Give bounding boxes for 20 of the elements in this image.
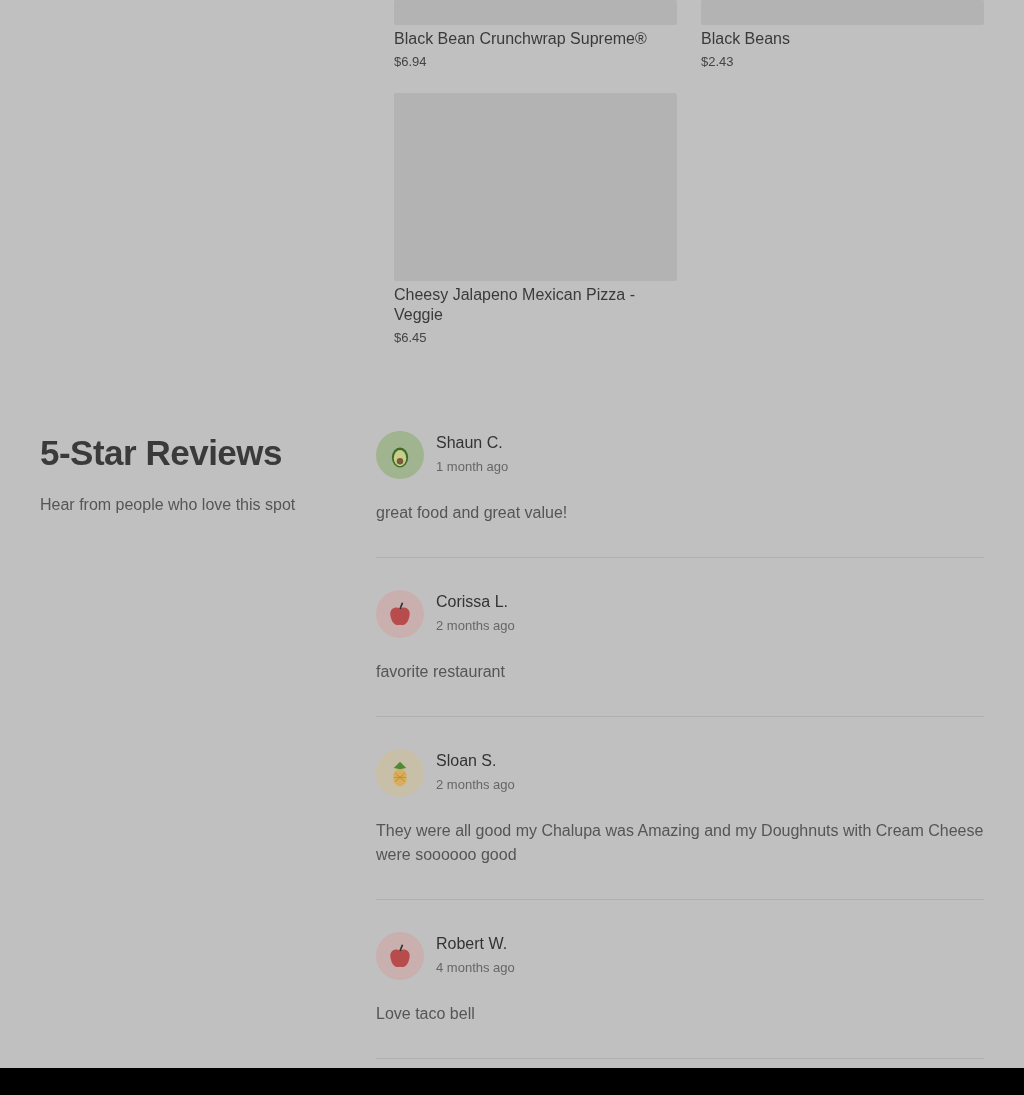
review-time: 2 months ago [436, 777, 515, 792]
reviewer-name: Shaun C. [436, 434, 504, 452]
item-name[interactable]: Black Beans [701, 29, 984, 49]
reviewer-name: Robert W. [436, 935, 509, 953]
item-name[interactable]: Cheesy Jalapeno Mexican Pizza - Veggie [394, 285, 677, 325]
review-text: favorite restaurant [376, 662, 506, 682]
reviewer-name: Corissa L. [436, 593, 510, 611]
item-name[interactable]: Black Bean Crunchwrap Supreme® [394, 29, 677, 49]
item-price: $6.45 [394, 330, 428, 345]
reviewer-name: Sloan S. [436, 752, 498, 770]
review-time: 4 months ago [436, 960, 515, 975]
section-title: 5-Star Reviews [40, 432, 284, 474]
review-text: great food and great value! [376, 503, 569, 523]
review-time: 1 month ago [436, 459, 509, 474]
item-price: $6.94 [394, 54, 428, 69]
item-price: $2.43 [701, 54, 735, 69]
review-time: 2 months ago [436, 618, 515, 633]
section-subtitle: Hear from people who love this spot [40, 496, 297, 514]
review-text: Love taco bell [376, 1004, 476, 1024]
review-text: They were all good my Chalupa was Amazing and my Doughnuts with Cream Cheese were soooooo good [376, 821, 984, 865]
